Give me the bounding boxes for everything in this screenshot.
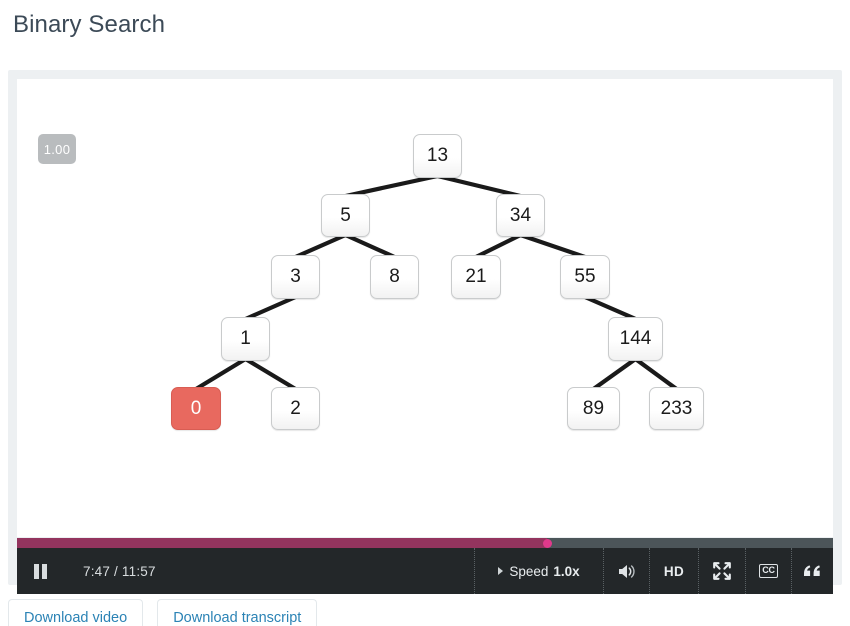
tree-node-89: 89	[567, 387, 620, 430]
tree-node-5: 5	[321, 194, 370, 237]
quote-icon	[804, 564, 820, 576]
page-title: Binary Search	[13, 11, 166, 38]
hd-label: HD	[663, 563, 685, 579]
pause-icon	[34, 563, 47, 579]
action-buttons: Download video Download transcript	[8, 599, 842, 626]
speed-label: Speed	[509, 563, 549, 579]
progress-fill	[17, 538, 548, 548]
video-controls: 7:47 / 11:57 Speed 1.0x HD CC	[17, 548, 833, 594]
tree-node-55: 55	[560, 255, 610, 299]
video-stage[interactable]: 1.00 1353438215511440289233 0	[17, 79, 833, 537]
volume-icon	[618, 564, 635, 578]
transcript-button[interactable]	[791, 548, 833, 594]
video-player-panel: 1.00 1353438215511440289233 0 7:47 / 11:…	[8, 70, 842, 594]
tree-node-label: 0	[190, 397, 202, 419]
caret-right-icon	[498, 567, 504, 575]
tree-node-8: 8	[370, 255, 419, 299]
tree-node-2: 2	[271, 387, 320, 430]
tree-node-label: 144	[619, 328, 652, 349]
tree-node-233: 233	[649, 387, 704, 430]
tree-node-label: 55	[574, 266, 596, 287]
fullscreen-button[interactable]	[698, 548, 745, 594]
captions-button[interactable]: CC	[745, 548, 791, 594]
tree-node-label: 34	[509, 204, 532, 226]
tree-node-13: 13	[413, 134, 462, 178]
speed-button[interactable]: Speed 1.0x	[474, 548, 603, 594]
tree-node-0: 0	[171, 387, 221, 430]
video-progress-bar[interactable]	[17, 538, 833, 548]
tree-node-label: 21	[465, 266, 487, 287]
cc-icon: CC	[759, 564, 778, 578]
tree-node-21: 21	[451, 255, 501, 299]
progress-handle[interactable]	[543, 539, 553, 548]
tree-node-label: 233	[660, 397, 693, 419]
tree-node-label: 5	[340, 204, 351, 226]
tree-node-label: 1	[240, 328, 251, 349]
hd-button[interactable]: HD	[649, 548, 698, 594]
tree-node-34: 34	[496, 194, 545, 237]
tree-node-label: 13	[426, 145, 449, 166]
pause-button[interactable]	[17, 548, 64, 594]
fullscreen-icon	[713, 562, 731, 580]
volume-button[interactable]	[603, 548, 649, 594]
download-transcript-button[interactable]: Download transcript	[157, 599, 318, 626]
tree-node-label: 2	[290, 397, 301, 419]
tree-node-144: 144	[608, 317, 663, 361]
download-video-button[interactable]: Download video	[8, 599, 144, 626]
tree-node-1: 1	[221, 317, 270, 361]
tree-node-label: 89	[582, 397, 605, 419]
tree-node-3: 3	[271, 255, 320, 299]
time-display: 7:47 / 11:57	[83, 563, 156, 579]
tree-node-label: 3	[290, 266, 301, 287]
speed-value: 1.0x	[553, 563, 580, 579]
tree-node-label: 8	[389, 266, 400, 287]
